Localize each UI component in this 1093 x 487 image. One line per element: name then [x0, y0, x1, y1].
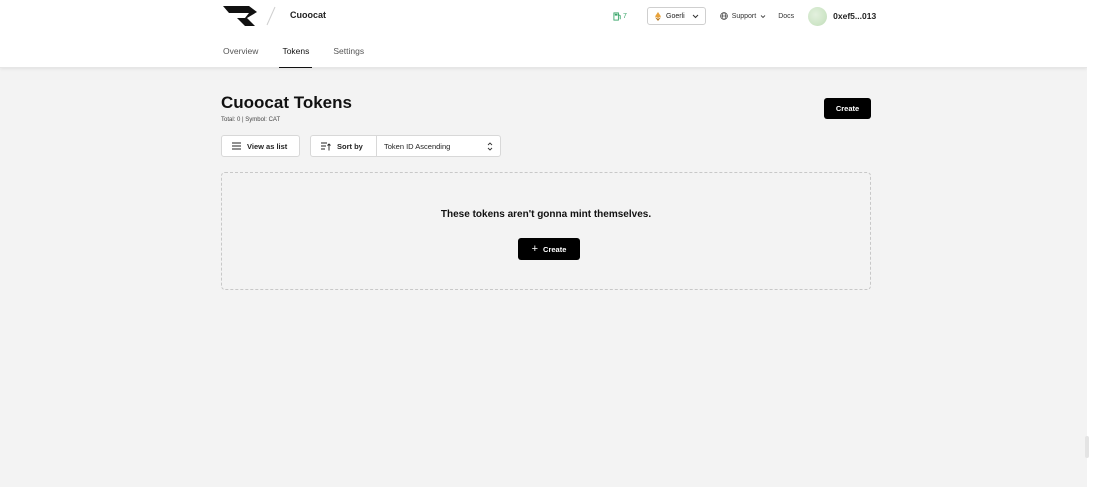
docs-link[interactable]: Docs [778, 13, 794, 20]
sort-select[interactable]: Token ID Ascending [377, 136, 500, 156]
sort-by-text: Sort by [337, 141, 363, 151]
gas-value: 7 [623, 12, 627, 20]
tab-overview[interactable]: Overview [223, 45, 258, 68]
scrollbar-track[interactable] [1087, 0, 1093, 487]
updown-chevron-icon [487, 141, 493, 151]
create-token-button[interactable]: + Create [518, 238, 580, 260]
create-button[interactable]: Create [824, 98, 871, 119]
tab-bar: Overview Tokens Settings [223, 45, 388, 68]
chevron-down-icon [760, 14, 766, 18]
sort-by-label: Sort by [311, 136, 377, 156]
tab-settings[interactable]: Settings [333, 45, 364, 68]
ethereum-icon [655, 11, 661, 21]
tab-tokens[interactable]: Tokens [279, 45, 313, 68]
sort-value: Token ID Ascending [384, 141, 451, 151]
scrollbar-thumb[interactable] [1085, 436, 1089, 458]
empty-state: These tokens aren't gonna mint themselve… [221, 172, 871, 290]
header-actions: 7 Goerli Support Docs 0xef5...013 [613, 6, 876, 26]
sort-control: Sort by Token ID Ascending [310, 135, 501, 157]
view-as-list-button[interactable]: View as list [221, 135, 300, 157]
sort-icon [321, 142, 331, 150]
empty-state-message: These tokens aren't gonna mint themselve… [440, 209, 652, 220]
support-menu[interactable]: Support [719, 12, 767, 20]
page-title: Cuoocat Tokens [221, 93, 352, 112]
network-name: Goerli [666, 12, 685, 20]
project-name[interactable]: Cuoocat [290, 10, 326, 20]
globe-icon [719, 12, 728, 20]
breadcrumb-separator-icon [266, 6, 276, 26]
chevron-down-icon [692, 14, 699, 18]
view-as-list-label: View as list [247, 141, 288, 151]
gas-pump-icon [613, 11, 621, 21]
plus-icon: + [531, 242, 539, 255]
network-selector[interactable]: Goerli [647, 7, 706, 25]
token-summary: Total: 0 | Symbol: CAT [221, 117, 281, 123]
avatar[interactable] [808, 6, 828, 26]
top-navbar: Cuoocat 7 Goerli Support Docs 0xef5...01… [0, 0, 1087, 68]
support-label: Support [731, 12, 757, 20]
logo-icon[interactable] [223, 6, 257, 26]
list-icon [232, 142, 241, 150]
create-token-label: Create [543, 244, 567, 254]
wallet-address[interactable]: 0xef5...013 [833, 11, 876, 21]
gas-indicator[interactable]: 7 [613, 11, 633, 21]
